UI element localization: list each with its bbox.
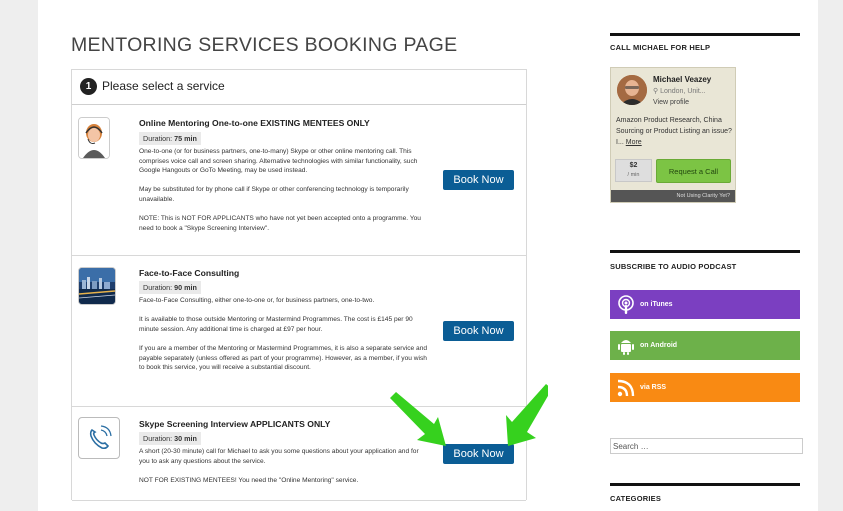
categories-heading: CATEGORIES (610, 494, 662, 503)
duration-label: Duration: (143, 134, 173, 143)
rate-unit: / min (627, 172, 640, 178)
more-link[interactable]: More (626, 139, 642, 146)
city-photo-icon (78, 267, 116, 305)
advisor-description: Amazon Product Research, China Sourcing … (616, 115, 732, 148)
android-button[interactable]: on Android (610, 331, 800, 360)
view-profile-link[interactable]: View profile (653, 99, 689, 106)
divider (610, 250, 800, 253)
description-paragraph: NOT FOR EXISTING MENTEES! You need the "… (139, 476, 359, 484)
rate-amount: $2 (629, 162, 638, 169)
rss-button[interactable]: via RSS (610, 373, 800, 402)
duration-badge: Duration: 30 min (139, 432, 201, 445)
step-number-badge: 1 (80, 78, 97, 95)
page-content: MENTORING SERVICES BOOKING PAGE 1 Please… (38, 0, 818, 511)
description-paragraph: It is available to those outside Mentori… (139, 316, 413, 333)
book-now-button[interactable]: Book Now (443, 321, 514, 341)
service-item-online-mentoring[interactable]: Online Mentoring One-to-one EXISTING MEN… (72, 105, 526, 256)
service-name: Online Mentoring One-to-one EXISTING MEN… (139, 118, 370, 128)
avatar[interactable] (617, 75, 647, 105)
service-description: Face-to-Face Consulting, either one-to-o… (139, 296, 429, 382)
duration-label: Duration: (143, 283, 173, 292)
clarity-widget: Michael Veazey ⚲ London, Unit... View pr… (610, 67, 736, 203)
service-name: Face-to-Face Consulting (139, 268, 240, 278)
service-description: One-to-one (or for business partners, on… (139, 147, 429, 243)
android-label: on Android (640, 342, 678, 349)
description-paragraph: One-to-one (or for business partners, on… (139, 148, 418, 175)
search-input[interactable] (610, 438, 803, 454)
android-icon (612, 331, 640, 360)
duration-value: 30 min (174, 434, 197, 443)
description-paragraph: If you are a member of the Mentoring or … (139, 344, 428, 372)
phone-icon (78, 417, 120, 459)
service-description: A short (20-30 minute) call for Michael … (139, 447, 429, 495)
divider (610, 483, 800, 486)
duration-label: Duration: (143, 434, 173, 443)
description-paragraph: A short (20-30 minute) call for Michael … (139, 448, 419, 465)
service-name: Skype Screening Interview APPLICANTS ONL… (139, 419, 331, 429)
clarity-footer-link[interactable]: Not Using Clarity Yet? (611, 190, 735, 202)
advisor-location: ⚲ London, Unit... (653, 87, 706, 95)
podcast-icon (612, 290, 640, 319)
divider (610, 33, 800, 36)
itunes-button[interactable]: on iTunes (610, 290, 800, 319)
itunes-label: on iTunes (640, 301, 673, 308)
duration-badge: Duration: 75 min (139, 132, 201, 145)
rss-icon (612, 373, 640, 402)
podcast-heading: SUBSCRIBE TO AUDIO PODCAST (610, 262, 737, 271)
description-paragraph: NOTE: This is NOT FOR APPLICANTS who hav… (139, 215, 421, 232)
duration-badge: Duration: 90 min (139, 281, 201, 294)
description-paragraph: May be substituted for by phone call if … (139, 186, 409, 203)
help-heading: CALL MICHAEL FOR HELP (610, 43, 711, 52)
arrow-left-icon (390, 392, 446, 446)
duration-value: 90 min (174, 283, 197, 292)
annotation-arrows (390, 384, 548, 446)
description-paragraph: Face-to-Face Consulting, either one-to-o… (139, 297, 375, 304)
rss-label: via RSS (640, 384, 667, 391)
rate-badge: $2 / min (615, 159, 652, 182)
arrow-right-icon (506, 384, 548, 446)
mentor-headset-photo-icon (78, 117, 110, 159)
duration-value: 75 min (174, 134, 197, 143)
request-call-button[interactable]: Request a Call (656, 159, 731, 183)
book-now-button[interactable]: Book Now (443, 170, 514, 190)
advisor-name[interactable]: Michael Veazey (653, 75, 711, 84)
location-text: London, Unit... (660, 88, 706, 95)
step-label: Please select a service (102, 79, 225, 93)
page-title: MENTORING SERVICES BOOKING PAGE (71, 34, 458, 56)
footer-text: Not Using Clarity Yet? (676, 193, 731, 199)
step-header: 1 Please select a service (72, 70, 526, 105)
